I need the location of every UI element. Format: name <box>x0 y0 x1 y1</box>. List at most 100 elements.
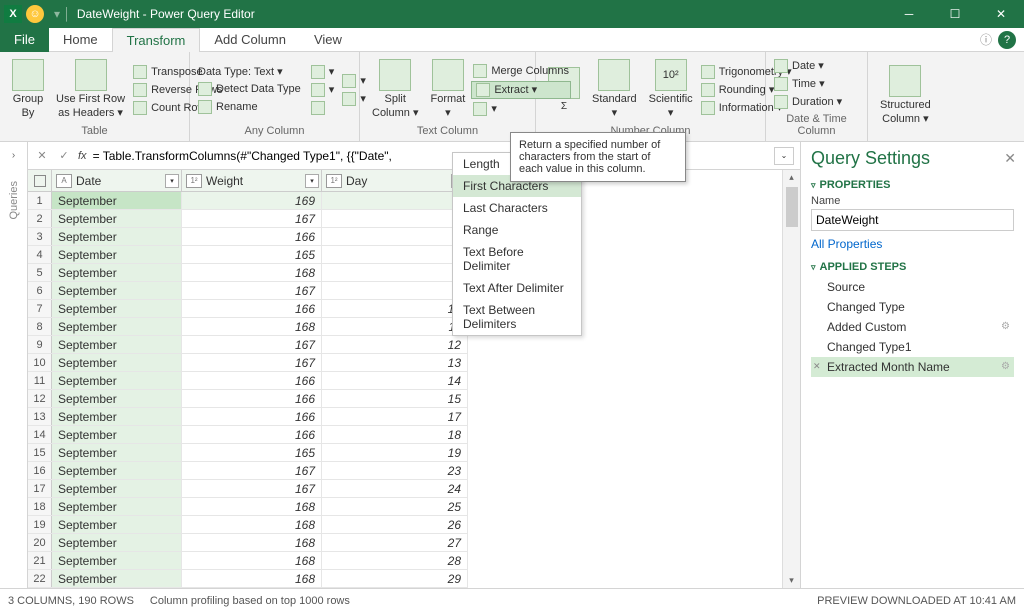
table-row[interactable]: 13September16617 <box>28 408 468 426</box>
cell-day[interactable]: 15 <box>322 390 468 407</box>
table-row[interactable]: 11September16614 <box>28 372 468 390</box>
all-properties-link[interactable]: All Properties <box>811 237 1014 251</box>
cell-weight[interactable]: 168 <box>182 498 322 515</box>
cell-day[interactable]: 25 <box>322 498 468 515</box>
cell-weight[interactable]: 166 <box>182 228 322 245</box>
data-type-button[interactable]: Data Type: Text ▾ <box>196 64 303 79</box>
applied-step[interactable]: Added Custom⚙ <box>811 317 1014 337</box>
cell-date[interactable]: September <box>52 282 182 299</box>
structured-column-button[interactable]: Structured Column ▾ <box>874 63 937 127</box>
cell-day[interactable]: 28 <box>322 552 468 569</box>
cell-day[interactable]: 12 <box>322 336 468 353</box>
rename-button[interactable]: Rename <box>196 99 303 115</box>
first-row-headers-button[interactable]: Use First Row as Headers ▾ <box>50 57 131 121</box>
applied-step[interactable]: Source <box>811 277 1014 297</box>
cell-date[interactable]: September <box>52 444 182 461</box>
cell-date[interactable]: September <box>52 498 182 515</box>
menu-text-between-delimiters[interactable]: Text Between Delimiters <box>453 299 581 335</box>
cell-date[interactable]: September <box>52 228 182 245</box>
cell-date[interactable]: September <box>52 426 182 443</box>
applied-step[interactable]: Changed Type1 <box>811 337 1014 357</box>
tab-file[interactable]: File <box>0 28 49 52</box>
table-row[interactable]: 17September16724 <box>28 480 468 498</box>
cell-weight[interactable]: 167 <box>182 462 322 479</box>
table-row[interactable]: 6September1679 <box>28 282 468 300</box>
cell-weight[interactable]: 168 <box>182 552 322 569</box>
tab-view[interactable]: View <box>300 28 356 52</box>
cell-day[interactable]: 11 <box>322 318 468 335</box>
close-pane-icon[interactable]: ✕ <box>1004 150 1016 167</box>
cell-date[interactable]: September <box>52 210 182 227</box>
cell-day[interactable]: 26 <box>322 516 468 533</box>
cell-date[interactable]: September <box>52 300 182 317</box>
close-button[interactable]: ✕ <box>978 0 1024 28</box>
cell-day[interactable]: 13 <box>322 354 468 371</box>
cell-weight[interactable]: 167 <box>182 354 322 371</box>
cell-weight[interactable]: 167 <box>182 336 322 353</box>
cell-day[interactable]: 8 <box>322 264 468 281</box>
cell-day[interactable]: 18 <box>322 426 468 443</box>
fill-icon[interactable]: ▾ <box>309 82 337 98</box>
table-row[interactable]: 14September16618 <box>28 426 468 444</box>
table-row[interactable]: 10September16713 <box>28 354 468 372</box>
table-row[interactable]: 12September16615 <box>28 390 468 408</box>
cell-weight[interactable]: 166 <box>182 372 322 389</box>
help-button[interactable]: ? <box>998 31 1016 49</box>
cell-day[interactable] <box>322 210 468 227</box>
cell-weight[interactable]: 165 <box>182 444 322 461</box>
info-icon[interactable]: ⓘ <box>980 31 992 48</box>
table-row[interactable]: 1September169 <box>28 192 468 210</box>
table-row[interactable]: 8September16811 <box>28 318 468 336</box>
cell-date[interactable]: September <box>52 480 182 497</box>
merge-columns-button[interactable]: Merge Columns <box>471 63 571 79</box>
cell-weight[interactable]: 168 <box>182 318 322 335</box>
query-name-input[interactable] <box>811 209 1014 231</box>
menu-range[interactable]: Range <box>453 219 581 241</box>
time-button[interactable]: Time ▾ <box>772 76 844 92</box>
cell-day[interactable]: 14 <box>322 372 468 389</box>
column-dropdown-icon[interactable]: ▾ <box>165 174 179 188</box>
cell-date[interactable]: September <box>52 552 182 569</box>
cell-weight[interactable]: 166 <box>182 426 322 443</box>
table-row[interactable]: 22September16829 <box>28 570 468 588</box>
pivot-icon[interactable] <box>309 100 337 116</box>
tab-transform[interactable]: Transform <box>112 28 201 52</box>
minimize-button[interactable]: ─ <box>886 0 932 28</box>
delete-step-icon[interactable]: ✕ <box>813 361 821 372</box>
table-row[interactable]: 16September16723 <box>28 462 468 480</box>
table-row[interactable]: 7September16610 <box>28 300 468 318</box>
column-header-day[interactable]: 1²Day▾ <box>322 170 468 191</box>
cell-weight[interactable]: 168 <box>182 570 322 587</box>
menu-last-characters[interactable]: Last Characters <box>453 197 581 219</box>
applied-step[interactable]: Changed Type <box>811 297 1014 317</box>
tab-add-column[interactable]: Add Column <box>200 28 300 52</box>
queries-pane-collapsed[interactable]: › Queries <box>0 142 28 588</box>
gear-icon[interactable]: ⚙ <box>1001 361 1010 372</box>
cell-day[interactable]: 27 <box>322 534 468 551</box>
cell-date[interactable]: September <box>52 462 182 479</box>
column-header-date[interactable]: ADate▾ <box>52 170 182 191</box>
cell-weight[interactable]: 166 <box>182 408 322 425</box>
table-row[interactable]: 15September16519 <box>28 444 468 462</box>
cell-date[interactable]: September <box>52 318 182 335</box>
cell-date[interactable]: September <box>52 516 182 533</box>
column-dropdown-icon[interactable]: ▾ <box>305 174 319 188</box>
scientific-button[interactable]: 10²Scientific ▾ <box>643 57 699 121</box>
menu-text-after-delimiter[interactable]: Text After Delimiter <box>453 277 581 299</box>
date-button[interactable]: Date ▾ <box>772 58 844 74</box>
table-row[interactable]: 9September16712 <box>28 336 468 354</box>
cell-date[interactable]: September <box>52 534 182 551</box>
cell-day[interactable]: 5 <box>322 228 468 245</box>
vertical-scrollbar[interactable]: ▴▾ <box>782 170 800 588</box>
duration-button[interactable]: Duration ▾ <box>772 94 844 110</box>
cell-day[interactable]: 6 <box>322 246 468 263</box>
split-column-button[interactable]: Split Column ▾ <box>366 57 424 121</box>
fx-icon[interactable]: fx <box>78 150 87 162</box>
table-row[interactable]: 3September1665 <box>28 228 468 246</box>
tab-home[interactable]: Home <box>49 28 112 52</box>
cell-weight[interactable]: 166 <box>182 390 322 407</box>
cell-date[interactable]: September <box>52 354 182 371</box>
cell-day[interactable]: 23 <box>322 462 468 479</box>
cell-weight[interactable]: 168 <box>182 264 322 281</box>
cancel-icon[interactable]: ✕ <box>34 148 50 164</box>
